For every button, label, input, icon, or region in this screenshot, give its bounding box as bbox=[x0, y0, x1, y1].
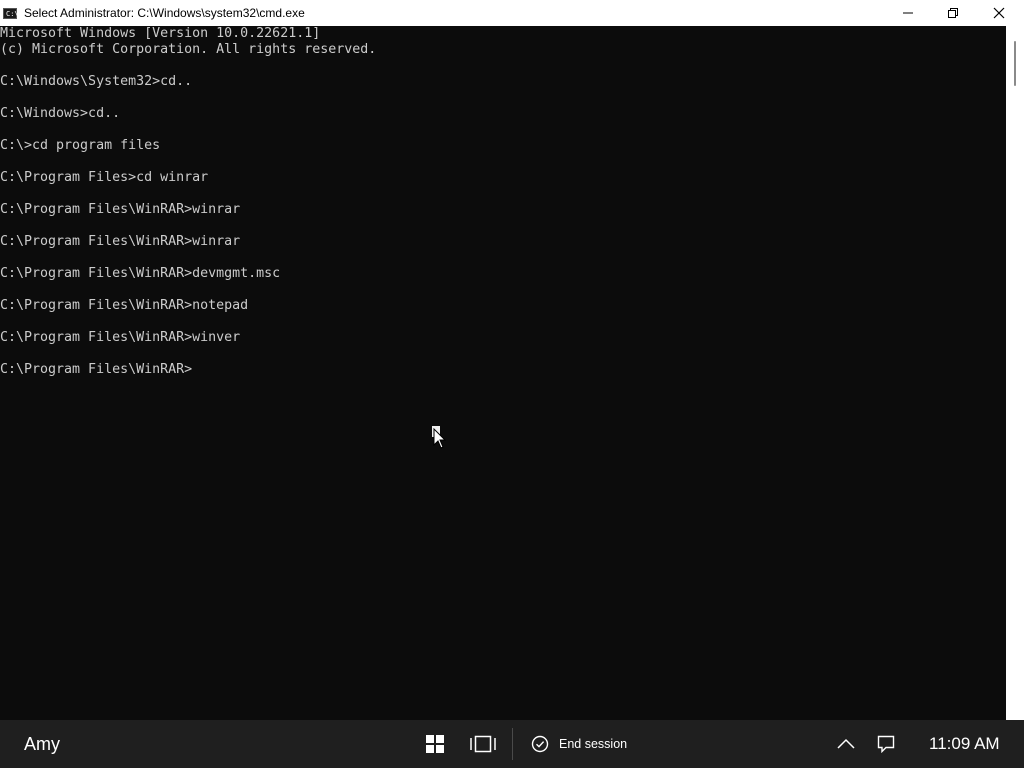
restore-button[interactable] bbox=[930, 0, 976, 26]
title-bar[interactable]: C:\ Select Administrator: C:\Windows\sys… bbox=[0, 0, 1024, 26]
close-icon bbox=[993, 7, 1005, 19]
taskbar: Amy End session 11:09 AM bbox=[0, 720, 1024, 768]
clock[interactable]: 11:09 AM bbox=[929, 734, 1000, 754]
terminal-line: Microsoft Windows [Version 10.0.22621.1] bbox=[0, 26, 321, 41]
terminal-line: C:\Windows\System32>cd.. bbox=[0, 74, 193, 89]
terminal-line: C:\Program Files\WinRAR>winver bbox=[0, 330, 241, 345]
terminal-line: C:\Program Files\WinRAR>winrar bbox=[0, 234, 241, 249]
show-hidden-icons-button[interactable] bbox=[833, 732, 859, 756]
terminal-line: C:\Windows>cd.. bbox=[0, 106, 121, 121]
chevron-up-icon bbox=[837, 738, 855, 749]
terminal-line: C:\Program Files>cd winrar bbox=[0, 170, 209, 185]
end-session-label: End session bbox=[559, 737, 628, 751]
close-button[interactable] bbox=[976, 0, 1022, 26]
terminal-prompt[interactable]: C:\Program Files\WinRAR> bbox=[0, 362, 1006, 378]
scrollbar-thumb[interactable] bbox=[1014, 41, 1016, 86]
mouse-pointer-icon bbox=[433, 428, 447, 449]
task-view-button[interactable] bbox=[470, 732, 496, 756]
task-view-icon bbox=[470, 735, 496, 753]
user-name: Amy bbox=[24, 734, 60, 754]
windows-logo-icon bbox=[426, 735, 444, 753]
cmd-icon-text: C:\ bbox=[6, 10, 19, 18]
vertical-scrollbar[interactable] bbox=[1006, 26, 1024, 720]
minimize-button[interactable] bbox=[885, 0, 931, 26]
start-button[interactable] bbox=[422, 732, 448, 756]
notifications-button[interactable] bbox=[873, 732, 899, 756]
terminal-line: (c) Microsoft Corporation. All rights re… bbox=[0, 42, 377, 57]
restore-icon bbox=[948, 8, 958, 18]
check-circle-icon bbox=[531, 735, 549, 753]
end-session-button[interactable]: End session bbox=[531, 732, 627, 756]
cmd-window: C:\ Select Administrator: C:\Windows\sys… bbox=[0, 0, 1024, 720]
notification-icon bbox=[877, 735, 895, 753]
terminal-line: C:\Program Files\WinRAR>winrar bbox=[0, 202, 241, 217]
terminal-output[interactable]: Microsoft Windows [Version 10.0.22621.1]… bbox=[0, 26, 1006, 720]
terminal-line: C:\Program Files\WinRAR>devmgmt.msc bbox=[0, 266, 281, 281]
taskbar-divider bbox=[512, 728, 513, 760]
terminal-line: C:\>cd program files bbox=[0, 138, 161, 153]
window-title: Select Administrator: C:\Windows\system3… bbox=[24, 6, 305, 20]
minimize-icon bbox=[903, 12, 913, 14]
terminal-line: C:\Program Files\WinRAR>notepad bbox=[0, 298, 249, 313]
cmd-icon[interactable]: C:\ bbox=[3, 8, 19, 19]
